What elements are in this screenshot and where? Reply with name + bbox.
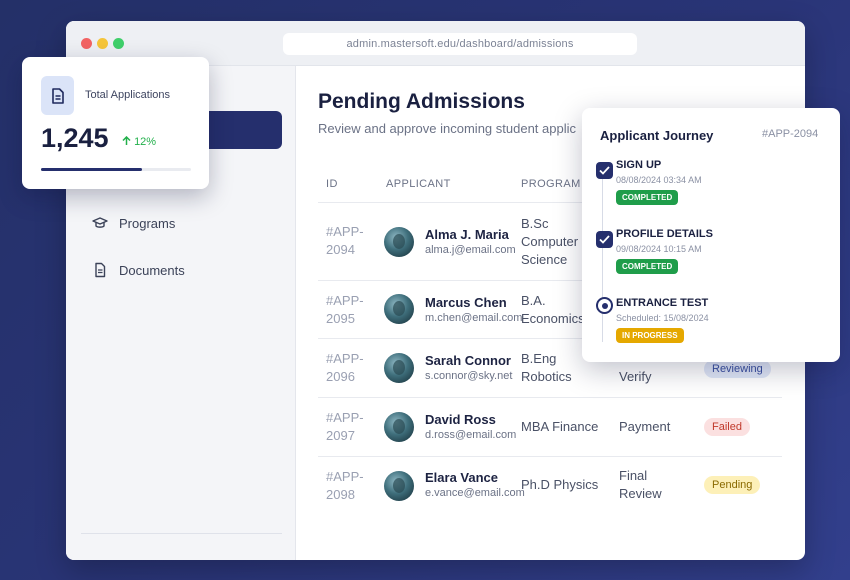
maximize-window-dot[interactable]: [113, 38, 124, 49]
column-header-id[interactable]: ID: [326, 178, 338, 190]
avatar: [384, 412, 414, 442]
applicant-name: Elara Vance: [425, 470, 498, 485]
avatar: [384, 294, 414, 324]
application-id: #APP- 2094: [326, 224, 364, 257]
stat-value: 1,245: [41, 123, 109, 153]
avatar: [384, 227, 414, 257]
application-id: #APP- 2098: [326, 469, 364, 502]
status-badge: Pending: [704, 476, 761, 494]
timeline-step-time: 09/08/2024 10:15 AM: [616, 244, 702, 254]
current-step: Final Review: [619, 468, 662, 501]
timeline-line: [602, 178, 603, 342]
timeline-step-status: COMPLETED: [616, 259, 679, 274]
avatar: [384, 353, 414, 383]
column-header-program[interactable]: PROGRAM: [521, 178, 581, 190]
page-title: Pending Admissions: [318, 90, 525, 113]
page-subtitle: Review and approve incoming student appl…: [318, 121, 576, 136]
minimize-window-dot[interactable]: [97, 38, 108, 49]
timeline-step-time: 08/08/2024 03:34 AM: [616, 175, 702, 185]
sidebar-item-label: Documents: [119, 262, 185, 278]
progress-fill: [41, 168, 142, 171]
current-step: Payment: [619, 419, 671, 434]
sidebar-item-documents[interactable]: Documents: [92, 259, 185, 281]
program: B.Eng Robotics: [521, 351, 572, 384]
applicant-name: David Ross: [425, 412, 496, 427]
sidebar-item-programs[interactable]: Programs: [92, 212, 175, 234]
journey-applicant-id: #APP-2094: [762, 128, 819, 140]
sidebar-item-label: Programs: [119, 215, 176, 231]
document-icon: [92, 262, 108, 278]
column-header-applicant[interactable]: APPLICANT: [386, 178, 451, 190]
table-row[interactable]: #APP- 2098 Elara Vance e.vance@email.com…: [318, 457, 782, 515]
current-step: Verify: [619, 369, 652, 384]
applicant-name: Marcus Chen: [425, 295, 507, 310]
program: B.A. Economics: [521, 293, 585, 326]
sidebar-divider: [81, 533, 282, 534]
check-icon: [596, 231, 613, 248]
application-id: #APP- 2096: [326, 351, 364, 384]
status-badge: Reviewing: [704, 360, 771, 378]
stat-delta-value: 12%: [134, 136, 157, 148]
stat-delta: 12%: [122, 135, 157, 148]
journey-title: Applicant Journey: [600, 128, 714, 143]
timeline-step-status: COMPLETED: [616, 190, 679, 205]
table-row[interactable]: #APP- 2097 David Ross d.ross@email.com M…: [318, 398, 782, 456]
avatar: [384, 471, 414, 501]
timeline-step-name: PROFILE DETAILS: [616, 228, 713, 240]
applicant-email: alma.j@email.com: [425, 244, 516, 256]
status-badge: Failed: [704, 418, 750, 436]
application-id: #APP- 2095: [326, 293, 364, 326]
progress-bar: [41, 168, 191, 171]
in-progress-icon: [596, 297, 613, 314]
applicant-email: m.chen@email.com: [425, 312, 523, 324]
program: B.Sc Computer Science: [521, 216, 579, 267]
total-applications-card: Total Applications 1,245 12%: [22, 57, 209, 189]
timeline-step-time: Scheduled: 15/08/2024: [616, 313, 709, 323]
graduation-cap-icon: [92, 215, 108, 231]
applicant-name: Sarah Connor: [425, 353, 511, 368]
applicant-email: s.connor@sky.net: [425, 370, 513, 382]
application-id: #APP- 2097: [326, 410, 364, 443]
stat-label: Total Applications: [85, 89, 170, 101]
timeline-step-name: SIGN UP: [616, 159, 662, 171]
timeline-step-name: ENTRANCE TEST: [616, 297, 709, 309]
arrow-up-icon: [122, 135, 134, 148]
timeline-step-status: IN PROGRESS: [616, 328, 684, 343]
document-icon: [41, 76, 74, 115]
program: MBA Finance: [521, 419, 599, 434]
applicant-email: e.vance@email.com: [425, 487, 525, 499]
applicant-journey-card: Applicant Journey #APP-2094 SIGN UP 08/0…: [582, 108, 840, 362]
applicant-email: d.ross@email.com: [425, 429, 517, 441]
applicant-name: Alma J. Maria: [425, 227, 509, 242]
program: Ph.D Physics: [521, 477, 599, 492]
check-icon: [596, 162, 613, 179]
address-bar[interactable]: admin.mastersoft.edu/dashboard/admission…: [283, 33, 637, 55]
close-window-dot[interactable]: [81, 38, 92, 49]
